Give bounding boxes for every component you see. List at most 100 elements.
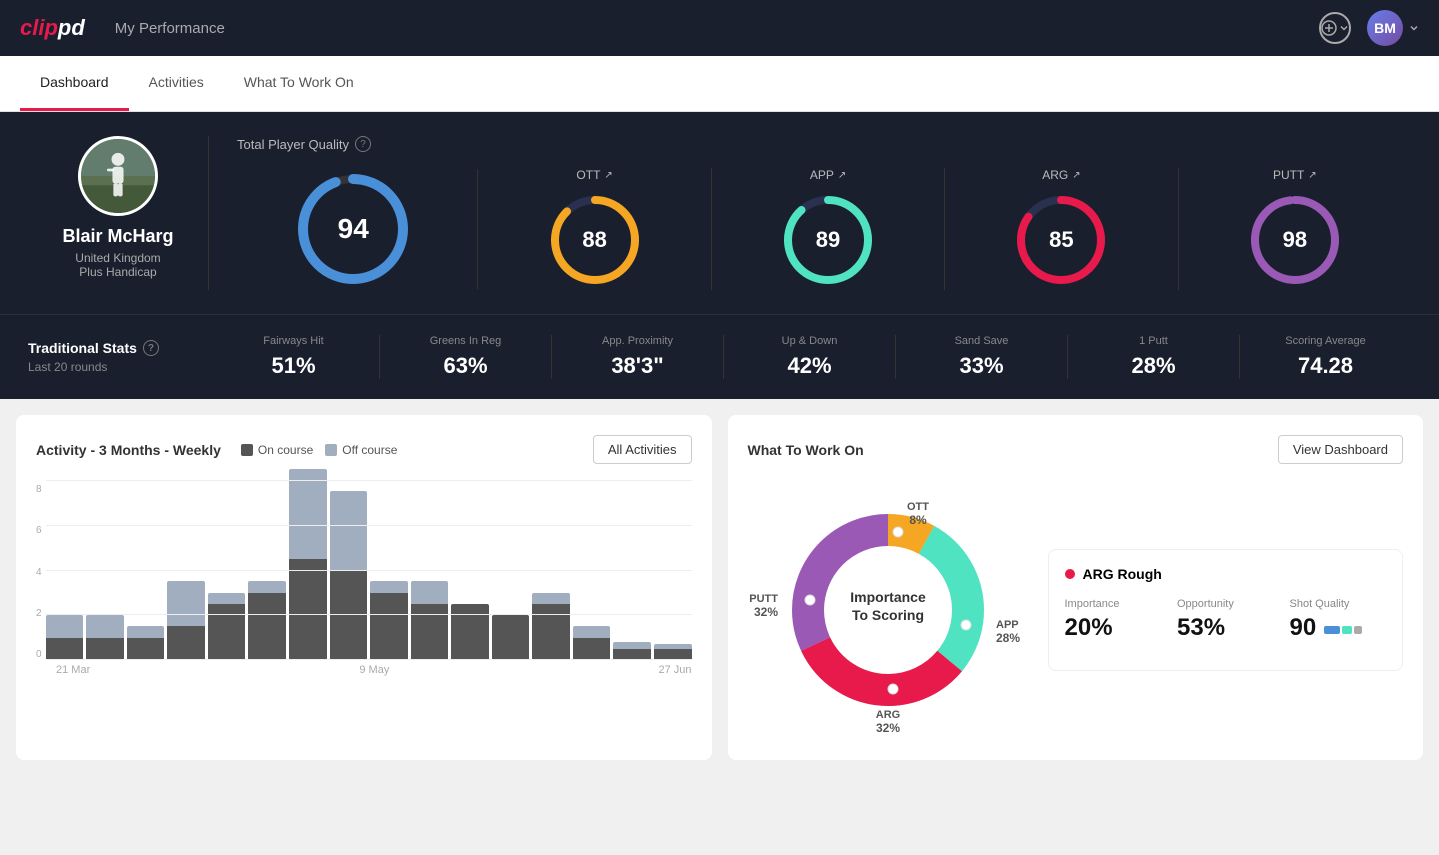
donut-pct-app: 28%: [996, 631, 1020, 645]
bar-on-13: [573, 638, 611, 661]
bar-on-8: [370, 593, 408, 661]
bar-on-9: [411, 604, 449, 660]
y-label-4: 4: [36, 567, 42, 578]
score-label-arg: ARG ↗: [1042, 168, 1080, 182]
stat-name-scoring: Scoring Average: [1252, 335, 1399, 347]
trad-help-icon[interactable]: ?: [143, 340, 159, 356]
help-icon[interactable]: ?: [355, 136, 371, 152]
bar-off-5: [248, 581, 286, 592]
bar-off-8: [370, 581, 408, 592]
tab-activities[interactable]: Activities: [129, 56, 224, 111]
bar-stack-6: [289, 469, 327, 660]
bar-group-7: [330, 480, 368, 660]
activity-panel-header: Activity - 3 Months - Weekly On course O…: [36, 435, 692, 464]
stat-name-updown: Up & Down: [736, 335, 883, 347]
bar-on-5: [248, 593, 286, 661]
gauge-putt: 98: [1245, 190, 1345, 290]
donut-chart-container: Importance To Scoring OTT 8% APP 28% ARG…: [748, 480, 1028, 740]
stat-name-greens: Greens In Reg: [392, 335, 539, 347]
donut-pct-arg: 32%: [875, 721, 899, 735]
bar-on-0: [46, 638, 84, 661]
shot-quality-row: 90: [1290, 614, 1387, 642]
chart-wrapper: 8 6 4 2 0: [36, 480, 692, 676]
trend-icon-putt: ↗: [1308, 170, 1316, 181]
bar-on-10: [451, 604, 489, 660]
trend-icon-arg: ↗: [1072, 170, 1080, 181]
bar-stack-10: [451, 604, 489, 660]
activity-chart-panel: Activity - 3 Months - Weekly On course O…: [16, 415, 712, 760]
donut-pct-ott: 8%: [909, 513, 927, 527]
header: clippd My Performance BM: [0, 0, 1439, 56]
bar-stack-5: [248, 581, 286, 660]
tabs: Dashboard Activities What To Work On: [0, 56, 1439, 112]
bar-on-4: [208, 604, 246, 660]
bar-stack-2: [127, 626, 165, 660]
scores-row: 94 OTT ↗ 88: [237, 168, 1411, 290]
hero-section: Blair McHarg United Kingdom Plus Handica…: [0, 112, 1439, 314]
trad-title: Traditional Stats ?: [28, 340, 208, 356]
bar-group-3: [167, 480, 205, 660]
wtwo-content: Importance To Scoring OTT 8% APP 28% ARG…: [748, 480, 1404, 740]
legend-dot-off: [325, 444, 337, 456]
donut-center-line2: To Scoring: [851, 607, 923, 623]
arg-card-title: ARG Rough: [1065, 566, 1387, 582]
bar-stack-3: [167, 581, 205, 660]
stat-value-proximity: 38'3": [564, 353, 711, 379]
trend-icon-app: ↗: [838, 170, 846, 181]
bar-stack-11: [492, 615, 530, 660]
tab-what-to-work-on[interactable]: What To Work On: [224, 56, 374, 111]
bar-group-10: [451, 480, 489, 660]
bar-on-2: [127, 638, 165, 661]
bar-group-15: [654, 480, 692, 660]
shot-quality-bar: [1324, 626, 1362, 634]
score-value-arg: 85: [1049, 227, 1073, 253]
bar-off-0: [46, 615, 84, 638]
header-title: My Performance: [115, 20, 1319, 37]
score-item-ott: OTT ↗ 88: [478, 168, 711, 290]
arg-card: ARG Rough Importance 20% Opportunity 53%…: [1048, 549, 1404, 671]
bar-on-11: [492, 615, 530, 660]
score-value-ott: 88: [582, 227, 606, 253]
bar-on-7: [330, 570, 368, 660]
wtwo-panel-title: What To Work On: [748, 442, 864, 458]
bar-off-1: [86, 615, 124, 638]
wtwo-panel-header: What To Work On View Dashboard: [748, 435, 1404, 464]
bar-off-6: [289, 469, 327, 559]
bar-group-9: [411, 480, 449, 660]
bar-group-13: [573, 480, 611, 660]
bar-stack-14: [613, 642, 651, 660]
player-name: Blair McHarg: [62, 226, 173, 247]
score-item-app: APP ↗ 89: [712, 168, 945, 290]
bottom-panels: Activity - 3 Months - Weekly On course O…: [0, 399, 1439, 776]
bar-chart: [46, 480, 692, 660]
bar-on-14: [613, 649, 651, 660]
donut-pct-putt: 32%: [753, 605, 777, 619]
all-activities-button[interactable]: All Activities: [593, 435, 692, 464]
chart-body: 8 6 4 2 0: [36, 480, 692, 660]
view-dashboard-button[interactable]: View Dashboard: [1278, 435, 1403, 464]
bar-stack-13: [573, 626, 611, 660]
score-value-putt: 98: [1283, 227, 1307, 253]
legend-on-course: On course: [241, 443, 313, 457]
donut-label-app: APP: [996, 619, 1019, 631]
player-info: Blair McHarg United Kingdom Plus Handica…: [28, 136, 208, 279]
add-button[interactable]: [1319, 12, 1351, 44]
dot-putt: [805, 595, 815, 605]
tab-dashboard[interactable]: Dashboard: [20, 56, 129, 111]
logo[interactable]: clippd: [20, 15, 85, 41]
donut-label-ott: OTT: [907, 501, 929, 513]
legend-dot-on: [241, 444, 253, 456]
chevron-down-icon: [1409, 23, 1419, 33]
what-to-work-on-panel: What To Work On View Dashboard: [728, 415, 1424, 760]
score-label-putt: PUTT ↗: [1273, 168, 1317, 182]
bar-off-12: [532, 593, 570, 604]
gauge-ott: 88: [545, 190, 645, 290]
x-label-mar: 21 Mar: [56, 664, 90, 676]
user-menu[interactable]: BM: [1367, 10, 1419, 46]
stat-name-oneputt: 1 Putt: [1080, 335, 1227, 347]
stat-value-updown: 42%: [736, 353, 883, 379]
gauge-arg: 85: [1011, 190, 1111, 290]
bar-stack-4: [208, 593, 246, 661]
stat-value-oneputt: 28%: [1080, 353, 1227, 379]
bar-stack-9: [411, 581, 449, 660]
